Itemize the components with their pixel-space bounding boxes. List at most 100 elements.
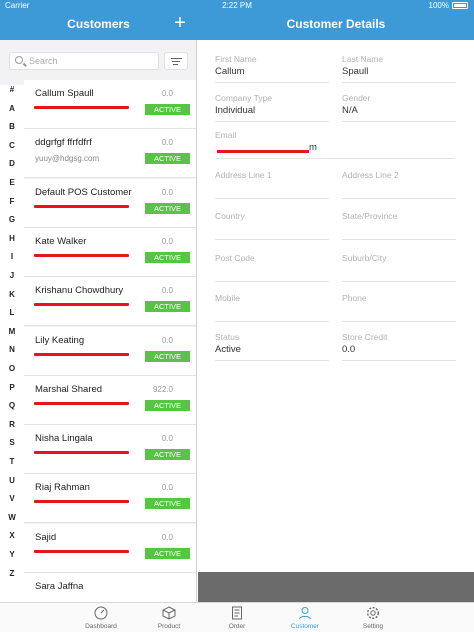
customer-row[interactable]: Default POS Customer 0.0 ACTIVE: [24, 178, 196, 228]
index-letter[interactable]: W: [0, 513, 24, 522]
status-badge: ACTIVE: [145, 547, 190, 559]
redaction-mark: [34, 253, 129, 257]
tab-customer[interactable]: Customer: [270, 603, 340, 632]
field-underline: [215, 198, 329, 199]
index-letter[interactable]: Y: [0, 550, 24, 559]
gear-icon: [366, 606, 380, 620]
index-letter[interactable]: S: [0, 438, 24, 447]
field-suburb[interactable]: Suburb/City: [342, 253, 456, 282]
index-letter[interactable]: R: [0, 420, 24, 429]
customer-row[interactable]: Kate Walker 0.0 ACTIVE: [24, 227, 196, 277]
navigation-header: Carrier 2:22 PM 100% Customers + Custome…: [0, 0, 474, 40]
tab-order[interactable]: Order: [202, 603, 272, 632]
search-input[interactable]: Search: [9, 52, 159, 70]
index-letter[interactable]: E: [0, 178, 24, 187]
customer-name: Lily Keating: [35, 334, 85, 346]
customer-row[interactable]: ddgrfgf ffrfdfrf yuuy@hdgsg.com 0.0 ACTIVE: [24, 129, 196, 179]
battery-percent: 100%: [428, 1, 449, 10]
customer-row[interactable]: Nisha Lingala 0.0 ACTIVE: [24, 425, 196, 475]
person-icon: [298, 606, 312, 620]
index-letter[interactable]: F: [0, 197, 24, 206]
index-letter[interactable]: H: [0, 234, 24, 243]
index-letter[interactable]: #: [0, 85, 24, 94]
index-letter[interactable]: N: [0, 345, 24, 354]
status-badge: ACTIVE: [145, 251, 190, 263]
redaction-mark: [34, 303, 129, 307]
add-customer-button[interactable]: +: [172, 13, 188, 33]
sort-filter-button[interactable]: [164, 52, 188, 70]
field-underline: [215, 239, 329, 240]
index-letter[interactable]: G: [0, 215, 24, 224]
field-company-type[interactable]: Company Type Individual: [215, 93, 329, 122]
index-letter[interactable]: I: [0, 252, 24, 261]
field-underline: [342, 360, 456, 361]
index-letter[interactable]: O: [0, 364, 24, 373]
field-underline: [215, 82, 329, 83]
field-label: Post Code: [215, 253, 255, 263]
status-badge: ACTIVE: [145, 104, 190, 115]
index-letter[interactable]: X: [0, 531, 24, 540]
customer-balance: 0.0: [161, 286, 173, 296]
index-letter[interactable]: B: [0, 122, 24, 131]
customer-row[interactable]: Sajid 0.0 ACTIVE: [24, 523, 196, 573]
index-letter[interactable]: Z: [0, 569, 24, 578]
tab-setting[interactable]: Setting: [338, 603, 408, 632]
field-value: N/A: [342, 105, 358, 116]
field-email[interactable]: Email m: [215, 130, 455, 159]
customer-row[interactable]: Sara Jaffna: [24, 573, 196, 602]
customer-name: Marshal Shared: [35, 383, 103, 395]
tab-dashboard[interactable]: Dashboard: [66, 603, 136, 632]
customers-title: Customers: [67, 17, 130, 31]
customer-name: Sajid: [35, 531, 57, 543]
customer-balance: 0.0: [161, 89, 173, 98]
index-letter[interactable]: T: [0, 457, 24, 466]
customer-name: Default POS Customer: [35, 186, 132, 198]
field-underline: [215, 121, 329, 122]
customer-row[interactable]: Marshal Shared 922.0 ACTIVE: [24, 375, 196, 425]
tab-product[interactable]: Product: [134, 603, 204, 632]
customer-balance: 0.0: [161, 187, 173, 197]
customer-row[interactable]: Riaj Rahman 0.0 ACTIVE: [24, 474, 196, 524]
field-store-credit[interactable]: Store Credit 0.0: [342, 332, 456, 361]
field-address2[interactable]: Address Line 2: [342, 170, 456, 199]
field-underline: [342, 281, 456, 282]
field-phone[interactable]: Phone: [342, 293, 456, 322]
field-last-name[interactable]: Last Name Spaull: [342, 54, 456, 83]
field-mobile[interactable]: Mobile: [215, 293, 329, 322]
field-address1[interactable]: Address Line 1: [215, 170, 329, 199]
customer-name: Callum Spaull: [35, 88, 94, 99]
index-letter[interactable]: V: [0, 494, 24, 503]
tab-label: Setting: [362, 623, 384, 630]
field-country[interactable]: Country: [215, 211, 329, 240]
field-state[interactable]: State/Province: [342, 211, 456, 240]
customer-row[interactable]: Krishanu Chowdhury 0.0 ACTIVE: [24, 277, 196, 327]
field-post-code[interactable]: Post Code: [215, 253, 329, 282]
index-letter[interactable]: U: [0, 476, 24, 485]
redaction-mark: [34, 451, 129, 455]
customer-balance: 0.0: [161, 138, 173, 148]
alphabet-index[interactable]: # A B C D E F G H I J K L M N O P Q R S T U V W X Y Z: [0, 85, 24, 602]
customer-row[interactable]: Lily Keating 0.0 ACTIVE: [24, 326, 196, 376]
field-status[interactable]: Status Active: [215, 332, 329, 361]
customer-row[interactable]: Callum Spaull 0.0 ACTIVE: [24, 80, 196, 129]
index-letter[interactable]: P: [0, 383, 24, 392]
index-letter[interactable]: K: [0, 290, 24, 299]
field-label: Mobile: [215, 293, 241, 303]
field-gender[interactable]: Gender N/A: [342, 93, 456, 122]
status-badge: ACTIVE: [145, 498, 190, 510]
field-label: Gender: [342, 93, 371, 103]
index-letter[interactable]: D: [0, 159, 24, 168]
index-letter[interactable]: M: [0, 327, 24, 336]
redaction-mark: [34, 401, 129, 405]
index-letter[interactable]: Q: [0, 401, 24, 410]
battery-indicator: 100%: [429, 1, 468, 10]
index-letter[interactable]: L: [0, 308, 24, 317]
index-letter[interactable]: J: [0, 271, 24, 280]
customer-name: ddgrfgf ffrfdfrf: [35, 137, 92, 149]
index-letter[interactable]: C: [0, 141, 24, 150]
customer-name: Nisha Lingala: [35, 433, 93, 445]
status-bar: Carrier 2:22 PM 100%: [0, 0, 474, 12]
field-first-name[interactable]: First Name Callum: [215, 54, 329, 83]
customer-name: Sara Jaffna: [35, 581, 84, 592]
index-letter[interactable]: A: [0, 104, 24, 113]
